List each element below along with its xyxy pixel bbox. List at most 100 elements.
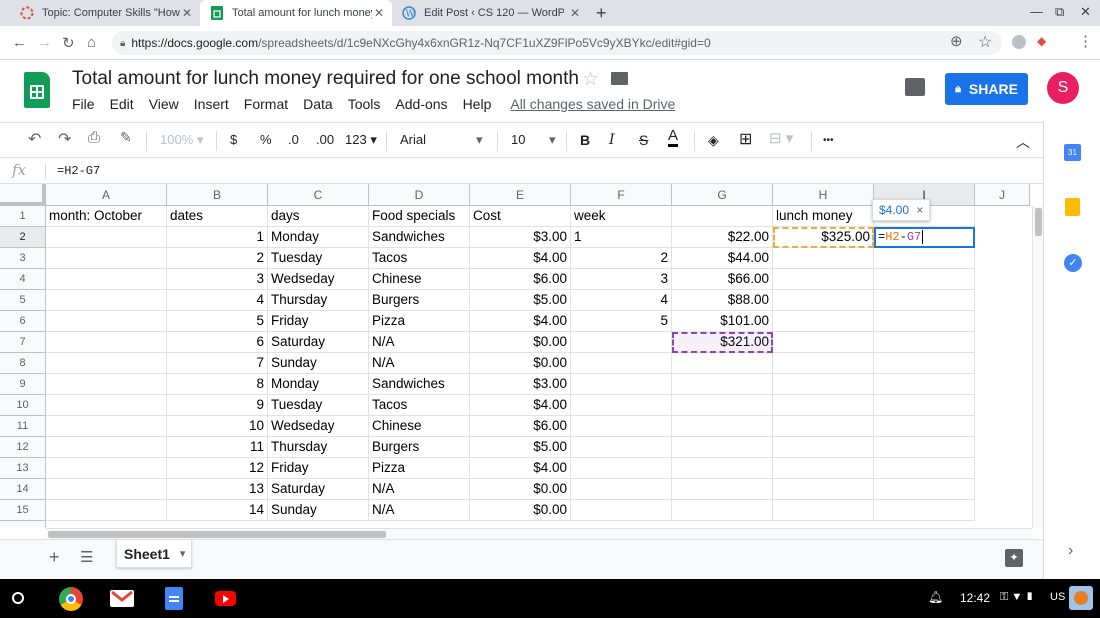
sheet-tab-sheet1[interactable]: Sheet1 ▾ [116, 540, 192, 568]
fill-color-icon[interactable]: ◈ [708, 132, 719, 149]
cell-h6[interactable] [773, 311, 874, 332]
cell-c2[interactable]: Monday [268, 227, 369, 248]
avatar[interactable]: S [1047, 72, 1079, 104]
cell-f2[interactable]: 1 [571, 227, 672, 248]
document-title[interactable]: Total amount for lunch money required fo… [72, 68, 579, 90]
cell-b15[interactable]: 14 [167, 500, 268, 521]
cell-a8[interactable] [46, 353, 167, 374]
cell-c6[interactable]: Friday [268, 311, 369, 332]
cell-a3[interactable] [46, 248, 167, 269]
cell-i8[interactable] [874, 353, 975, 374]
cell-h10[interactable] [773, 395, 874, 416]
cell-c10[interactable]: Tuesday [268, 395, 369, 416]
cell-a1[interactable]: month: October [46, 206, 167, 227]
cell-d12[interactable]: Burgers [369, 437, 470, 458]
cell-f11[interactable] [571, 416, 672, 437]
cell-d13[interactable]: Pizza [369, 458, 470, 479]
keep-icon[interactable] [1065, 198, 1080, 216]
cell-e8[interactable]: $0.00 [470, 353, 571, 374]
cell-h5[interactable] [773, 290, 874, 311]
forward-icon[interactable]: → [37, 34, 52, 51]
cell-d9[interactable]: Sandwiches [369, 374, 470, 395]
cell-f9[interactable] [571, 374, 672, 395]
cell-h9[interactable] [773, 374, 874, 395]
cell-b10[interactable]: 9 [167, 395, 268, 416]
horizontal-scrollbar[interactable] [46, 528, 1032, 539]
cell-h4[interactable] [773, 269, 874, 290]
column-header-e[interactable]: E [470, 184, 571, 206]
cell-d7[interactable]: N/A [369, 332, 470, 353]
notification-icon[interactable]: 🔔︎ [928, 590, 943, 604]
menu-view[interactable]: View [149, 96, 179, 112]
cell-d10[interactable]: Tacos [369, 395, 470, 416]
cell-c5[interactable]: Thursday [268, 290, 369, 311]
cell-f4[interactable]: 3 [571, 269, 672, 290]
cell-d15[interactable]: N/A [369, 500, 470, 521]
cell-e13[interactable]: $4.00 [470, 458, 571, 479]
cell-b8[interactable]: 7 [167, 353, 268, 374]
cell-b7[interactable]: 6 [167, 332, 268, 353]
formula-input[interactable]: =H2-G7 [57, 164, 100, 178]
cell-c1[interactable]: days [268, 206, 369, 227]
expand-panel-icon[interactable]: › [1068, 542, 1073, 560]
cell-f7[interactable] [571, 332, 672, 353]
cell-a15[interactable] [46, 500, 167, 521]
cell-a4[interactable] [46, 269, 167, 290]
active-cell-editor[interactable]: =H2-G7 [874, 227, 975, 248]
minimize-icon[interactable]: — [1030, 4, 1043, 19]
cell-g14[interactable] [672, 479, 773, 500]
cell-g13[interactable] [672, 458, 773, 479]
borders-icon[interactable]: ⊞ [739, 129, 752, 149]
cell-e6[interactable]: $4.00 [470, 311, 571, 332]
input-locale[interactable]: US [1050, 591, 1065, 603]
cell-e15[interactable]: $0.00 [470, 500, 571, 521]
cell-g4[interactable]: $66.00 [672, 269, 773, 290]
home-icon[interactable]: ⌂ [87, 34, 96, 51]
cell-e5[interactable]: $5.00 [470, 290, 571, 311]
row-header[interactable]: 9 [0, 374, 46, 395]
merge-cells-icon[interactable]: ⊟ ▾ [769, 129, 793, 147]
row-header[interactable]: 3 [0, 248, 46, 269]
cell-h12[interactable] [773, 437, 874, 458]
cell-g11[interactable] [672, 416, 773, 437]
zoom-select[interactable]: 100% ▾ [160, 132, 203, 148]
select-all-corner[interactable] [0, 184, 46, 206]
row-header[interactable]: 12 [0, 437, 46, 458]
gmail-icon[interactable] [110, 590, 134, 607]
folder-icon[interactable] [611, 72, 628, 85]
youtube-icon[interactable] [215, 591, 236, 606]
cell-c8[interactable]: Sunday [268, 353, 369, 374]
undo-icon[interactable]: ↶ [28, 129, 41, 149]
star-icon[interactable]: ☆ [582, 68, 599, 91]
scrollbar-thumb[interactable] [1035, 208, 1042, 236]
cell-c11[interactable]: Wedseday [268, 416, 369, 437]
cell-i14[interactable] [874, 479, 975, 500]
column-header-f[interactable]: F [571, 184, 672, 206]
reload-icon[interactable]: ↻ [62, 34, 75, 52]
add-sheet-button[interactable]: + [49, 547, 60, 568]
sheets-logo-icon[interactable] [24, 72, 50, 108]
new-tab-button[interactable]: + [596, 3, 607, 24]
font-family-select[interactable]: Arial ▾ [400, 132, 483, 147]
cell-b5[interactable]: 4 [167, 290, 268, 311]
column-header-c[interactable]: C [268, 184, 369, 206]
close-icon[interactable]: ✕ [182, 6, 192, 20]
row-header[interactable]: 10 [0, 395, 46, 416]
cell-b13[interactable]: 12 [167, 458, 268, 479]
cell-g5[interactable]: $88.00 [672, 290, 773, 311]
cell-g3[interactable]: $44.00 [672, 248, 773, 269]
comments-icon[interactable] [905, 78, 925, 96]
cell-e7[interactable]: $0.00 [470, 332, 571, 353]
menu-data[interactable]: Data [303, 96, 333, 112]
row-header[interactable]: 14 [0, 479, 46, 500]
font-size-select[interactable]: 10 ▾ [511, 132, 556, 147]
menu-edit[interactable]: Edit [110, 96, 134, 112]
browser-tab-topic[interactable]: Topic: Computer Skills "How To" ✕ [10, 0, 200, 26]
cell-e10[interactable]: $4.00 [470, 395, 571, 416]
cell-c15[interactable]: Sunday [268, 500, 369, 521]
cell-f3[interactable]: 2 [571, 248, 672, 269]
cell-a5[interactable] [46, 290, 167, 311]
cell-d14[interactable]: N/A [369, 479, 470, 500]
cell-i6[interactable] [874, 311, 975, 332]
address-bar[interactable]: 🔒︎ https://docs.google.com/spreadsheets/… [112, 31, 1002, 55]
